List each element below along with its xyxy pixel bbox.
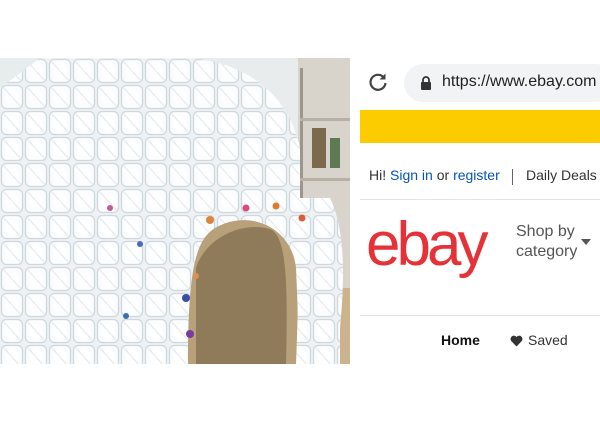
chevron-down-icon[interactable] xyxy=(580,238,592,246)
shop-by-category[interactable]: Shop by category xyxy=(516,222,577,262)
ebay-logo[interactable]: ebay xyxy=(366,199,506,279)
or-text: or xyxy=(436,167,450,183)
reload-icon[interactable] xyxy=(366,70,390,94)
register-link[interactable]: register xyxy=(453,167,500,183)
heart-icon xyxy=(510,335,523,347)
igloo-image xyxy=(0,58,350,364)
url-bar[interactable]: https://www.ebay.com xyxy=(404,64,600,102)
top-nav: Hi! Sign in or register Daily Deals xyxy=(352,143,600,193)
address-row: https://www.ebay.com xyxy=(352,58,600,110)
svg-text:ebay: ebay xyxy=(366,210,488,279)
browser-window: https://www.ebay.com Hi! Sign in or regi… xyxy=(352,58,600,364)
shop-by-label: Shop by xyxy=(516,223,575,240)
igloo-photo xyxy=(0,58,350,364)
nav-separator xyxy=(512,169,513,185)
category-label: category xyxy=(516,243,578,260)
promo-banner[interactable] xyxy=(360,110,600,143)
daily-deals-link[interactable]: Daily Deals xyxy=(526,167,597,183)
greeting: Hi! Sign in or register xyxy=(369,167,500,183)
greeting-prefix: Hi! xyxy=(369,167,387,183)
url-text: https://www.ebay.com xyxy=(442,73,597,90)
divider xyxy=(360,315,600,316)
lock-icon xyxy=(421,76,431,90)
saved-link[interactable]: Saved xyxy=(528,332,568,348)
sign-in-link[interactable]: Sign in xyxy=(390,167,433,183)
home-link[interactable]: Home xyxy=(441,332,480,348)
